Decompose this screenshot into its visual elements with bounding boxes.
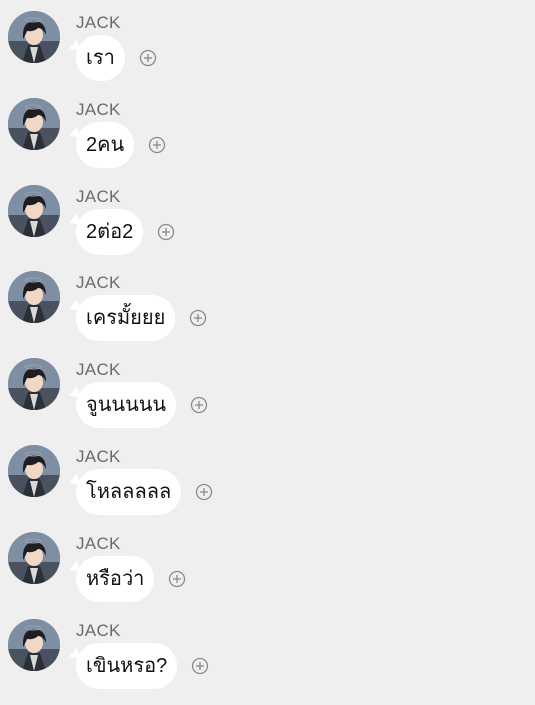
sender-name: JACK <box>76 99 121 119</box>
message-bubble[interactable]: จูนนนนน <box>76 382 177 429</box>
sender-name: JACK <box>76 273 121 293</box>
message-row: หรือว่า <box>76 555 186 602</box>
add-reaction-icon <box>149 136 166 153</box>
add-reaction-button[interactable] <box>157 223 175 241</box>
add-reaction-button[interactable] <box>189 309 207 327</box>
add-reaction-button[interactable] <box>139 49 157 67</box>
user-avatar-icon <box>8 358 60 411</box>
chat-message: JACK เครมั้ยยย <box>0 271 535 357</box>
user-avatar-icon <box>8 531 60 584</box>
message-row: เรา <box>76 35 157 81</box>
message-row: เครมั้ยยย <box>76 295 207 342</box>
message-row: 2ต่อ2 <box>76 208 175 255</box>
add-reaction-button[interactable] <box>148 136 166 154</box>
user-avatar-icon <box>8 445 60 497</box>
sender-name: JACK <box>76 447 121 466</box>
avatar[interactable] <box>8 358 60 411</box>
chat-message: JACK จูนนนนน <box>0 358 535 444</box>
add-reaction-button[interactable] <box>195 483 213 501</box>
message-bubble[interactable]: 2ต่อ2 <box>76 208 144 255</box>
add-reaction-icon <box>158 223 175 240</box>
message-bubble[interactable]: โหลลลลล <box>76 469 182 515</box>
add-reaction-button[interactable] <box>190 396 208 414</box>
user-avatar-icon <box>8 97 60 150</box>
message-row: เขินหรอ? <box>76 642 209 689</box>
add-reaction-icon <box>169 570 186 587</box>
chat-message: JACK เขินหรอ? <box>0 618 535 705</box>
add-reaction-button[interactable] <box>191 657 209 675</box>
sender-name: JACK <box>76 186 121 206</box>
user-avatar-icon <box>8 184 60 237</box>
sender-name: JACK <box>76 620 121 640</box>
user-avatar-icon <box>8 618 60 671</box>
message-bubble[interactable]: หรือว่า <box>76 555 155 602</box>
chat-message: JACK 2ต่อ2 <box>0 184 535 271</box>
add-reaction-icon <box>196 483 213 501</box>
message-bubble[interactable]: เรา <box>76 35 125 81</box>
chat-message: JACK หรือว่า <box>0 531 535 618</box>
message-row: โหลลลลล <box>76 469 213 515</box>
add-reaction-icon <box>192 657 209 674</box>
message-bubble[interactable]: เขินหรอ? <box>76 642 178 689</box>
avatar[interactable] <box>8 97 60 150</box>
chat-message-list: JACK เรา JACK 2คน JACK 2ต่อ2 JACK เครมั้… <box>0 0 535 700</box>
message-bubble[interactable]: 2คน <box>76 121 135 168</box>
avatar[interactable] <box>8 531 60 584</box>
chat-message: JACK 2คน <box>0 97 535 184</box>
avatar[interactable] <box>8 445 60 497</box>
avatar[interactable] <box>8 11 60 63</box>
message-row: 2คน <box>76 121 166 168</box>
message-bubble[interactable]: เครมั้ยยย <box>76 295 176 342</box>
chat-message: JACK เรา <box>0 11 535 97</box>
sender-name: JACK <box>76 533 121 553</box>
avatar[interactable] <box>8 271 60 324</box>
chat-message: JACK โหลลลลล <box>0 445 535 531</box>
add-reaction-icon <box>139 49 156 67</box>
sender-name: JACK <box>76 360 121 380</box>
avatar[interactable] <box>8 618 60 671</box>
add-reaction-icon <box>190 397 208 414</box>
sender-name: JACK <box>76 13 121 32</box>
add-reaction-button[interactable] <box>168 570 186 588</box>
add-reaction-icon <box>190 310 207 327</box>
avatar[interactable] <box>8 184 60 237</box>
user-avatar-icon <box>8 271 60 324</box>
user-avatar-icon <box>8 11 60 63</box>
message-row: จูนนนนน <box>76 382 208 429</box>
